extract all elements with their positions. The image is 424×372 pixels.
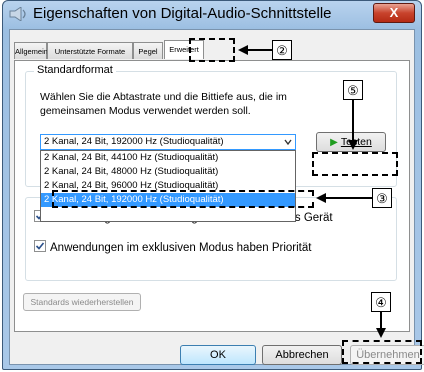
arrow-head-down <box>376 328 386 338</box>
callout-arrows <box>238 45 386 338</box>
arrow-head-left <box>238 45 248 55</box>
arrow-head-left <box>316 193 326 203</box>
arrow-head-down <box>348 140 358 150</box>
